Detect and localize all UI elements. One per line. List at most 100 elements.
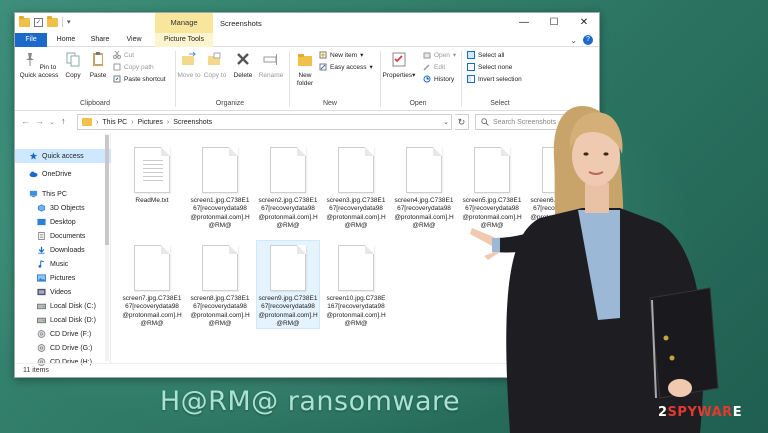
select-all-button[interactable]: Select all <box>467 51 504 59</box>
open-icon <box>423 52 431 59</box>
new-folder-button[interactable]: New folder <box>293 51 317 88</box>
ribbon-divider <box>461 51 462 107</box>
file-name: screen4.jpg.C738E167[recoverydata98@prot… <box>394 197 454 229</box>
music-icon <box>38 260 45 268</box>
pin-icon <box>25 53 34 66</box>
file-item[interactable]: screen10.jpg.C738E167[recoverydata98@pro… <box>325 241 387 328</box>
file-icon <box>202 147 238 193</box>
new-item-icon <box>319 51 327 59</box>
forward-arrow-icon[interactable]: → <box>35 116 44 126</box>
document-icon <box>38 232 45 240</box>
help-icon[interactable]: ? <box>583 35 593 45</box>
group-label-new: New <box>322 100 337 107</box>
copy-button[interactable]: Copy <box>63 51 83 80</box>
nav-item-documents[interactable]: Documents <box>15 229 111 243</box>
navigation-scrollbar[interactable] <box>105 133 109 361</box>
file-icon <box>406 147 442 193</box>
properties-button[interactable]: Properties▾ <box>381 51 417 80</box>
tab-home[interactable]: Home <box>51 33 81 47</box>
nav-item-this-pc[interactable]: This PC <box>15 187 111 201</box>
scrollbar-thumb[interactable] <box>105 135 109 245</box>
file-item[interactable]: screen4.jpg.C738E167[recoverydata98@prot… <box>393 143 455 230</box>
file-item[interactable]: screen2.jpg.C738E167[recoverydata98@prot… <box>257 143 319 230</box>
path-icon <box>113 63 121 71</box>
minimize-button[interactable]: — <box>509 13 539 33</box>
nav-item-quick-access[interactable]: Quick access <box>15 149 111 163</box>
nav-item-pictures[interactable]: Pictures <box>15 271 111 285</box>
delete-button[interactable]: Delete <box>231 51 255 80</box>
history-button[interactable]: History <box>423 75 454 83</box>
address-input[interactable]: › This PC › Pictures › Screenshots <box>77 114 452 130</box>
chevron-down-icon: ▾ <box>369 64 373 71</box>
cut-button[interactable]: Cut <box>113 51 134 59</box>
tab-view[interactable]: View <box>119 33 149 47</box>
invert-selection-button[interactable]: Invert selection <box>467 75 522 83</box>
chevron-down-icon: ▾ <box>360 52 364 59</box>
nav-item-cd-drive-g[interactable]: CD Drive (G:) <box>15 341 111 355</box>
paste-button[interactable]: Paste <box>87 51 109 80</box>
maximize-button[interactable]: ☐ <box>539 13 569 33</box>
easy-access-button[interactable]: Easy access ▾ <box>319 63 373 71</box>
pin-to-quick-access-button[interactable]: Pin to Quick access <box>19 51 59 80</box>
file-item[interactable]: screen9.jpg.C738E167[recoverydata98@prot… <box>256 239 320 330</box>
file-item[interactable]: screen8.jpg.C738E167[recoverydata98@prot… <box>189 241 251 328</box>
file-item[interactable]: screen3.jpg.C738E167[recoverydata98@prot… <box>325 143 387 230</box>
computer-icon <box>29 190 38 198</box>
breadcrumb-screenshots[interactable]: Screenshots <box>173 119 212 126</box>
nav-item-local-disk-c[interactable]: Local Disk (C:) <box>15 299 111 313</box>
group-label-clipboard: Clipboard <box>80 100 110 107</box>
window-title: Screenshots <box>220 19 262 28</box>
file-item[interactable]: screen1.jpg.C738E167[recoverydata98@prot… <box>189 143 251 230</box>
chevron-down-icon[interactable]: ▾ <box>67 18 71 26</box>
star-icon <box>29 152 38 160</box>
nav-item-music[interactable]: Music <box>15 257 111 271</box>
properties-check-icon[interactable]: ✓ <box>34 17 43 27</box>
select-all-icon <box>467 51 475 59</box>
nav-item-downloads[interactable]: Downloads <box>15 243 111 257</box>
shortcut-icon <box>113 75 121 83</box>
file-name: screen9.jpg.C738E167[recoverydata98@prot… <box>258 295 318 327</box>
drive-icon <box>37 317 46 324</box>
chevron-down-icon: ▾ <box>412 72 416 79</box>
chevron-right-icon: › <box>96 118 99 126</box>
copy-to-button[interactable]: Copy to <box>203 51 227 80</box>
open-button[interactable]: Open ▾ <box>423 51 456 59</box>
tab-file[interactable]: File <box>15 33 47 47</box>
copy-path-button[interactable]: Copy path <box>113 63 154 71</box>
file-item[interactable]: ReadMe.txt <box>121 143 183 205</box>
scissors-icon <box>113 51 121 59</box>
back-arrow-icon[interactable]: ← <box>21 116 30 126</box>
edit-button[interactable]: Edit <box>423 63 445 71</box>
nav-item-local-disk-d[interactable]: Local Disk (D:) <box>15 313 111 327</box>
quick-access-toolbar: ✓ ▾ <box>19 15 71 27</box>
file-item[interactable]: screen7.jpg.C738E167[recoverydata98@prot… <box>121 241 183 328</box>
nav-item-3d-objects[interactable]: 3D Objects <box>15 201 111 215</box>
breadcrumb-pictures[interactable]: Pictures <box>138 119 163 126</box>
new-item-button[interactable]: New item ▾ <box>319 51 363 59</box>
nav-item-videos[interactable]: Videos <box>15 285 111 299</box>
nav-item-cd-drive-f[interactable]: CD Drive (F:) <box>15 327 111 341</box>
nav-item-onedrive[interactable]: OneDrive <box>15 167 111 181</box>
chevron-down-icon[interactable]: ⌄ <box>49 118 55 126</box>
refresh-icon[interactable]: ↻ <box>455 114 469 130</box>
move-folder-icon <box>182 51 197 65</box>
tab-picture-tools[interactable]: Picture Tools <box>155 33 213 47</box>
chevron-down-icon[interactable]: ⌄ <box>570 36 577 45</box>
group-label-open: Open <box>409 100 427 107</box>
close-button[interactable]: ✕ <box>569 13 599 33</box>
tab-manage[interactable]: Manage <box>155 13 213 33</box>
file-name: screen2.jpg.C738E167[recoverydata98@prot… <box>258 197 318 229</box>
move-to-button[interactable]: Move to <box>177 51 201 80</box>
new-folder-icon[interactable] <box>47 15 58 27</box>
file-name: screen8.jpg.C738E167[recoverydata98@prot… <box>190 295 250 327</box>
nav-item-desktop[interactable]: Desktop <box>15 215 111 229</box>
paste-shortcut-button[interactable]: Paste shortcut <box>113 75 166 83</box>
file-name: screen7.jpg.C738E167[recoverydata98@prot… <box>122 295 182 327</box>
chevron-down-icon: ▾ <box>452 52 457 59</box>
chevron-down-icon[interactable]: ⌄ <box>443 118 449 126</box>
breadcrumb-this-pc[interactable]: This PC <box>102 119 127 126</box>
select-none-button[interactable]: Select none <box>467 63 512 71</box>
rename-button[interactable]: Rename <box>257 51 285 80</box>
tab-share[interactable]: Share <box>85 33 115 47</box>
up-arrow-icon[interactable]: ↑ <box>61 116 66 126</box>
